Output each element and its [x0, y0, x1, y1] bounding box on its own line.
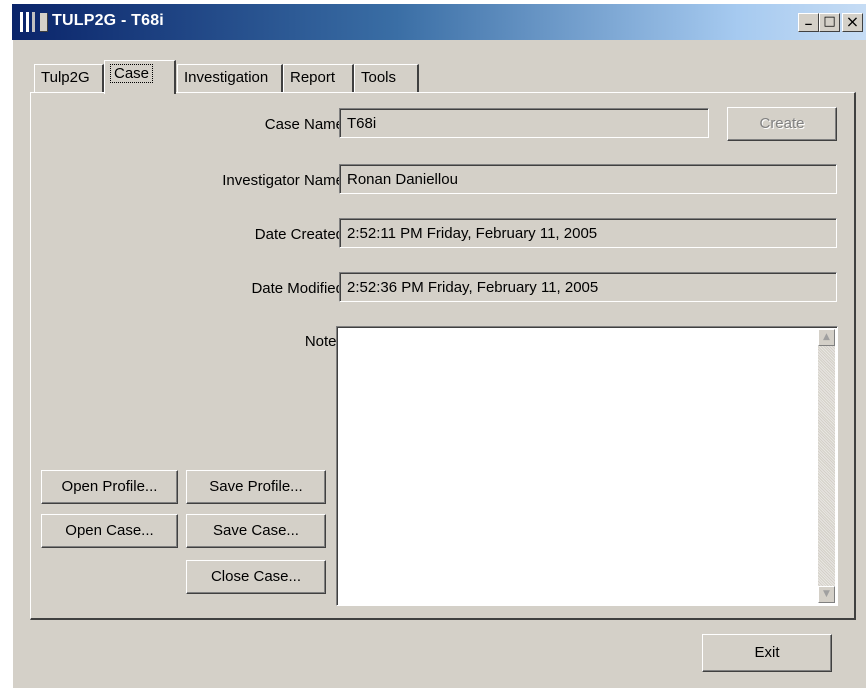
date-modified-field: 2:52:36 PM Friday, February 11, 2005: [339, 272, 837, 302]
close-case-button[interactable]: Close Case...: [186, 560, 326, 594]
scroll-up-icon[interactable]: ▲: [818, 329, 835, 346]
create-button[interactable]: Create: [727, 107, 837, 141]
tab-report[interactable]: Report: [283, 64, 354, 92]
case-name-field[interactable]: T68i: [339, 108, 709, 138]
investigator-name-field[interactable]: Ronan Daniellou: [339, 164, 837, 194]
scroll-down-icon[interactable]: ▼: [818, 586, 835, 603]
tab-label: Tulp2G: [41, 69, 90, 86]
save-case-button[interactable]: Save Case...: [186, 514, 326, 548]
tab-label: Case: [109, 64, 154, 83]
tab-label: Investigation: [184, 69, 269, 86]
investigator-name-label: Investigator Name: [222, 172, 344, 189]
open-profile-button[interactable]: Open Profile...: [41, 470, 178, 504]
title-bar[interactable]: TULP2G - T68i _ □ ×: [12, 4, 866, 40]
notes-text: [337, 327, 837, 335]
case-name-label: Case Name: [264, 116, 344, 133]
tab-case[interactable]: Case: [104, 60, 176, 94]
close-button[interactable]: ×: [842, 13, 863, 32]
date-created-label: Date Created: [254, 226, 344, 243]
case-panel: Case Name T68i Create Investigator Name …: [30, 92, 856, 620]
date-created-field: 2:52:11 PM Friday, February 11, 2005: [339, 218, 837, 248]
minimize-button[interactable]: _: [798, 12, 819, 32]
notes-scrollbar[interactable]: ▲ ▼: [818, 329, 835, 603]
exit-button[interactable]: Exit: [702, 634, 832, 672]
window-title: TULP2G - T68i: [52, 12, 164, 29]
main-window: TULP2G - T68i _ □ × Tulp2G Case Investig…: [12, 4, 866, 688]
app-icon: [20, 12, 48, 32]
notes-textarea[interactable]: ▲ ▼: [336, 326, 838, 606]
tab-tulp2g[interactable]: Tulp2G: [34, 64, 104, 92]
tab-label: Report: [290, 69, 336, 86]
tab-investigation[interactable]: Investigation: [177, 64, 283, 92]
maximize-button[interactable]: □: [819, 13, 840, 32]
save-profile-button[interactable]: Save Profile...: [186, 470, 326, 504]
open-case-button[interactable]: Open Case...: [41, 514, 178, 548]
date-modified-label: Date Modified: [251, 280, 344, 297]
tab-tools[interactable]: Tools: [354, 64, 419, 92]
tab-label: Tools: [361, 69, 397, 86]
